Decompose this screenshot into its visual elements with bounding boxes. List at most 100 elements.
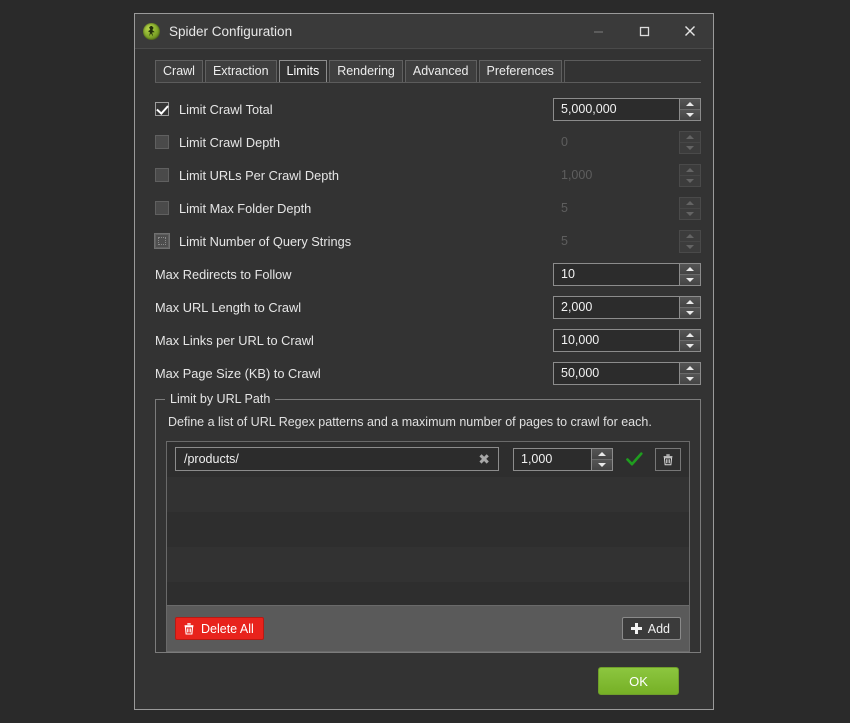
limits-panel: Limit Crawl Total 5,000,000 Limit Crawl De…	[135, 83, 713, 653]
tab-crawl[interactable]: Crawl	[155, 59, 203, 82]
delete-all-button[interactable]: Delete All	[175, 617, 264, 640]
label-limit-urls-per-crawl-depth: Limit URLs Per Crawl Depth	[179, 167, 340, 183]
url-path-limit-spinner: 1,000	[513, 447, 613, 471]
spinner-max-links-per-url-to-crawl-stepper	[679, 328, 701, 352]
chevron-down-icon	[686, 211, 694, 216]
option-label-group: Max Page Size (KB) to Crawl	[155, 366, 553, 381]
valid-check-icon	[625, 451, 643, 467]
delete-all-label: Delete All	[201, 621, 254, 636]
checkbox-limit-number-of-query-strings[interactable]	[155, 234, 169, 249]
spinner-limit-number-of-query-strings-decrement-button	[680, 240, 700, 252]
trash-icon	[663, 453, 673, 465]
add-label: Add	[647, 621, 670, 636]
chevron-down-icon	[686, 310, 694, 315]
options-list: Limit Crawl Total 5,000,000 Limit Crawl De…	[155, 93, 701, 390]
spinner-limit-number-of-query-strings: 5	[553, 229, 701, 253]
chevron-down-icon	[686, 277, 694, 282]
chevron-up-icon	[598, 451, 606, 456]
chevron-down-icon	[686, 244, 694, 249]
spinner-limit-crawl-depth: 0	[553, 130, 701, 154]
spinner-max-url-length-to-crawl-increment-button[interactable]	[680, 296, 700, 307]
limit-by-url-path-group: Limit by URL Path Define a list of URL R…	[155, 391, 701, 653]
label-max-redirects-to-follow: Max Redirects to Follow	[155, 266, 292, 282]
window-title: Spider Configuration	[169, 23, 293, 39]
checkbox-limit-crawl-depth[interactable]	[155, 135, 169, 150]
spinner-limit-number-of-query-strings-input: 5	[553, 229, 679, 253]
label-limit-crawl-total: Limit Crawl Total	[179, 101, 273, 117]
tab-extraction[interactable]: Extraction	[204, 59, 277, 82]
ok-button[interactable]: OK	[598, 667, 679, 695]
clear-x-icon[interactable]: ✖	[476, 452, 492, 466]
spinner-max-page-size-kb-to-crawl-input[interactable]: 50,000	[553, 361, 679, 385]
url-path-empty-row	[167, 546, 689, 582]
spinner-limit-crawl-depth-input: 0	[553, 130, 679, 154]
chevron-up-icon	[686, 299, 694, 304]
spinner-max-links-per-url-to-crawl-increment-button[interactable]	[680, 329, 700, 340]
chevron-up-icon	[686, 233, 694, 238]
checkbox-limit-max-folder-depth[interactable]	[155, 201, 169, 216]
option-label-group: Limit Crawl Depth	[155, 135, 553, 150]
spinner-max-url-length-to-crawl-decrement-button[interactable]	[680, 306, 700, 318]
option-row-max-links-per-url-to-crawl: Max Links per URL to Crawl 10,000	[155, 324, 701, 357]
spinner-limit-crawl-total-stepper	[679, 97, 701, 121]
option-label-group: Limit Crawl Total	[155, 102, 553, 117]
chevron-down-icon	[686, 376, 694, 381]
tab-rendering[interactable]: Rendering	[329, 59, 403, 82]
dialog-footer: OK	[135, 653, 713, 709]
spinner-max-page-size-kb-to-crawl-decrement-button[interactable]	[680, 372, 700, 384]
spinner-max-redirects-to-follow-input[interactable]: 10	[553, 262, 679, 286]
option-row-limit-max-folder-depth: Limit Max Folder Depth 5	[155, 192, 701, 225]
spinner-max-links-per-url-to-crawl: 10,000	[553, 328, 701, 352]
url-path-limit-spinner-increment-button[interactable]	[592, 448, 612, 459]
spinner-max-redirects-to-follow-decrement-button[interactable]	[680, 273, 700, 285]
spinner-limit-max-folder-depth-input: 5	[553, 196, 679, 220]
spinner-limit-max-folder-depth-stepper	[679, 196, 701, 220]
url-path-limit-spinner-input[interactable]: 1,000	[513, 447, 591, 471]
chevron-down-icon	[686, 112, 694, 117]
group-description: Define a list of URL Regex patterns and …	[168, 414, 652, 429]
plus-icon	[630, 623, 642, 634]
spider-app-icon	[143, 22, 160, 40]
spinner-max-page-size-kb-to-crawl-stepper	[679, 361, 701, 385]
spinner-limit-urls-per-crawl-depth-stepper	[679, 163, 701, 187]
group-title: Limit by URL Path	[165, 391, 276, 406]
spinner-limit-number-of-query-strings-increment-button	[680, 230, 700, 241]
chevron-up-icon	[686, 134, 694, 139]
spinner-limit-crawl-total-input[interactable]: 5,000,000	[553, 97, 679, 121]
delete-row-button[interactable]	[655, 447, 681, 471]
option-row-max-redirects-to-follow: Max Redirects to Follow 10	[155, 258, 701, 291]
checkbox-limit-urls-per-crawl-depth[interactable]	[155, 168, 169, 183]
option-label-group: Max Redirects to Follow	[155, 267, 553, 282]
tab-strip-filler	[563, 59, 701, 82]
checkbox-limit-crawl-total[interactable]	[155, 102, 169, 117]
spinner-limit-crawl-total: 5,000,000	[553, 97, 701, 121]
spinner-max-page-size-kb-to-crawl-increment-button[interactable]	[680, 362, 700, 373]
url-path-limit-spinner-decrement-button[interactable]	[592, 458, 612, 470]
title-bar: Spider Configuration	[135, 14, 713, 49]
tab-limits[interactable]: Limits	[278, 59, 328, 82]
close-icon[interactable]	[667, 14, 713, 48]
spinner-max-url-length-to-crawl-input[interactable]: 2,000	[553, 295, 679, 319]
url-path-list-toolbar: Delete All Add	[166, 606, 690, 652]
add-button[interactable]: Add	[621, 617, 681, 640]
maximize-icon[interactable]	[621, 14, 667, 48]
spinner-limit-crawl-total-increment-button[interactable]	[680, 98, 700, 109]
option-row-limit-urls-per-crawl-depth: Limit URLs Per Crawl Depth 1,000	[155, 159, 701, 192]
spinner-limit-number-of-query-strings-stepper	[679, 229, 701, 253]
spinner-limit-crawl-depth-decrement-button	[680, 141, 700, 153]
label-max-page-size-kb-to-crawl: Max Page Size (KB) to Crawl	[155, 365, 321, 381]
tab-preferences[interactable]: Preferences	[478, 59, 562, 82]
spinner-limit-crawl-total-decrement-button[interactable]	[680, 108, 700, 120]
spinner-max-redirects-to-follow-increment-button[interactable]	[680, 263, 700, 274]
chevron-up-icon	[686, 167, 694, 172]
chevron-up-icon	[686, 200, 694, 205]
spinner-max-links-per-url-to-crawl-input[interactable]: 10,000	[553, 328, 679, 352]
url-pattern-input[interactable]: /products/ ✖	[175, 447, 499, 472]
url-pattern-value: /products/	[184, 452, 239, 467]
tab-strip: Crawl Extraction Limits Rendering Advanced Pr…	[155, 59, 701, 83]
spinner-max-page-size-kb-to-crawl: 50,000	[553, 361, 701, 385]
minimize-icon[interactable]	[575, 14, 621, 48]
option-label-group: Max URL Length to Crawl	[155, 300, 553, 315]
tab-advanced[interactable]: Advanced	[404, 59, 477, 82]
spinner-max-links-per-url-to-crawl-decrement-button[interactable]	[680, 339, 700, 351]
